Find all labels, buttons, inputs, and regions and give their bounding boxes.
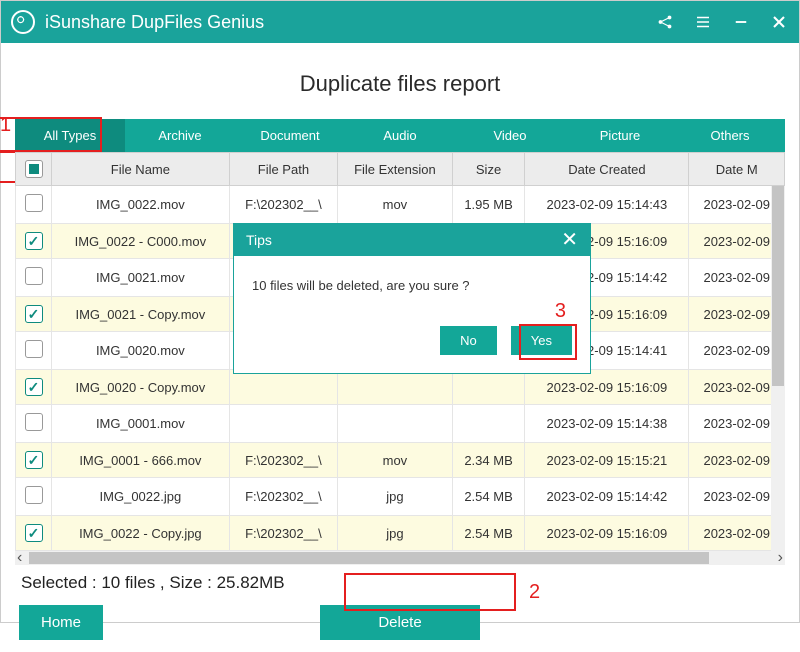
- col-file-name[interactable]: File Name: [52, 153, 230, 186]
- table-row[interactable]: IMG_0001 - 666.movF:\202302__\mov2.34 MB…: [16, 443, 785, 478]
- cell-file-path: F:\202302__\: [229, 478, 337, 516]
- cell-file-name: IMG_0022.mov: [52, 186, 230, 224]
- col-date-created[interactable]: Date Created: [525, 153, 689, 186]
- cell-size: 2.54 MB: [452, 516, 525, 551]
- table-row[interactable]: IMG_0001.mov2023-02-09 15:14:382023-02-0…: [16, 405, 785, 443]
- cell-date-created: 2023-02-09 15:14:43: [525, 186, 689, 224]
- dialog-titlebar: Tips ✕: [234, 224, 590, 256]
- bottom-bar: Home Delete 2: [1, 601, 799, 652]
- close-icon[interactable]: [769, 12, 789, 32]
- cell-date-created: 2023-02-09 15:16:09: [525, 370, 689, 405]
- row-checkbox[interactable]: [25, 486, 43, 504]
- cell-file-ext: [338, 370, 453, 405]
- tab-picture[interactable]: Picture: [565, 119, 675, 152]
- col-date-modified[interactable]: Date M: [689, 153, 785, 186]
- horizontal-scrollbar-thumb[interactable]: [29, 552, 709, 564]
- table-row[interactable]: IMG_0022.movF:\202302__\mov1.95 MB2023-0…: [16, 186, 785, 224]
- tab-others[interactable]: Others: [675, 119, 785, 152]
- tab-video[interactable]: Video: [455, 119, 565, 152]
- cell-file-ext: jpg: [338, 516, 453, 551]
- filter-tabs: All Types Archive Document Audio Video P…: [15, 119, 785, 152]
- cell-file-name: IMG_0021 - Copy.mov: [52, 297, 230, 332]
- col-size[interactable]: Size: [452, 153, 525, 186]
- row-checkbox[interactable]: [25, 451, 43, 469]
- page-title: Duplicate files report: [1, 43, 799, 119]
- confirm-dialog: Tips ✕ 10 files will be deleted, are you…: [233, 223, 591, 374]
- cell-file-path: F:\202302__\: [229, 186, 337, 224]
- cell-file-name: IMG_0020.mov: [52, 332, 230, 370]
- cell-date-created: 2023-02-09 15:16:09: [525, 516, 689, 551]
- select-all-checkbox[interactable]: [25, 160, 43, 178]
- cell-file-name: IMG_0001 - 666.mov: [52, 443, 230, 478]
- app-title: iSunshare DupFiles Genius: [45, 12, 655, 33]
- dialog-title: Tips: [246, 232, 272, 248]
- vertical-scrollbar-thumb[interactable]: [772, 186, 784, 386]
- cell-size: [452, 405, 525, 443]
- cell-file-name: IMG_0001.mov: [52, 405, 230, 443]
- cell-file-name: IMG_0021.mov: [52, 259, 230, 297]
- tab-archive[interactable]: Archive: [125, 119, 235, 152]
- row-checkbox[interactable]: [25, 378, 43, 396]
- cell-file-ext: mov: [338, 186, 453, 224]
- cell-file-name: IMG_0022 - C000.mov: [52, 224, 230, 259]
- cell-date-created: 2023-02-09 15:14:38: [525, 405, 689, 443]
- row-checkbox[interactable]: [25, 232, 43, 250]
- cell-size: 2.34 MB: [452, 443, 525, 478]
- row-checkbox[interactable]: [25, 267, 43, 285]
- dialog-close-icon[interactable]: ✕: [561, 233, 578, 247]
- cell-date-created: 2023-02-09 15:14:42: [525, 478, 689, 516]
- row-checkbox[interactable]: [25, 305, 43, 323]
- horizontal-scrollbar[interactable]: [15, 551, 785, 565]
- col-file-path[interactable]: File Path: [229, 153, 337, 186]
- cell-file-ext: [338, 405, 453, 443]
- row-checkbox[interactable]: [25, 524, 43, 542]
- cell-file-path: F:\202302__\: [229, 443, 337, 478]
- menu-icon[interactable]: [693, 12, 713, 32]
- status-text: Selected : 10 files , Size : 25.82MB: [15, 569, 785, 601]
- row-checkbox[interactable]: [25, 194, 43, 212]
- cell-date-created: 2023-02-09 15:15:21: [525, 443, 689, 478]
- cell-file-name: IMG_0020 - Copy.mov: [52, 370, 230, 405]
- cell-size: 1.95 MB: [452, 186, 525, 224]
- row-checkbox[interactable]: [25, 340, 43, 358]
- tab-audio[interactable]: Audio: [345, 119, 455, 152]
- table-row[interactable]: IMG_0022 - Copy.jpgF:\202302__\jpg2.54 M…: [16, 516, 785, 551]
- row-checkbox[interactable]: [25, 413, 43, 431]
- window-controls: [655, 12, 789, 32]
- share-icon[interactable]: [655, 12, 675, 32]
- cell-size: 2.54 MB: [452, 478, 525, 516]
- tab-document[interactable]: Document: [235, 119, 345, 152]
- cell-file-path: [229, 370, 337, 405]
- cell-file-name: IMG_0022 - Copy.jpg: [52, 516, 230, 551]
- table-row[interactable]: IMG_0022.jpgF:\202302__\jpg2.54 MB2023-0…: [16, 478, 785, 516]
- minimize-icon[interactable]: [731, 12, 751, 32]
- col-file-ext[interactable]: File Extension: [338, 153, 453, 186]
- title-bar: iSunshare DupFiles Genius: [1, 1, 799, 43]
- table-row[interactable]: IMG_0020 - Copy.mov2023-02-09 15:16:0920…: [16, 370, 785, 405]
- col-select-all: [16, 153, 52, 186]
- dialog-yes-button[interactable]: Yes: [511, 326, 572, 355]
- cell-file-path: [229, 405, 337, 443]
- dialog-no-button[interactable]: No: [440, 326, 497, 355]
- cell-file-path: F:\202302__\: [229, 516, 337, 551]
- cell-file-name: IMG_0022.jpg: [52, 478, 230, 516]
- vertical-scrollbar[interactable]: [771, 186, 785, 551]
- dialog-message: 10 files will be deleted, are you sure ?: [234, 256, 590, 326]
- cell-size: [452, 370, 525, 405]
- cell-file-ext: jpg: [338, 478, 453, 516]
- app-logo-icon: [11, 10, 35, 34]
- cell-file-ext: mov: [338, 443, 453, 478]
- tab-all-types[interactable]: All Types: [15, 119, 125, 152]
